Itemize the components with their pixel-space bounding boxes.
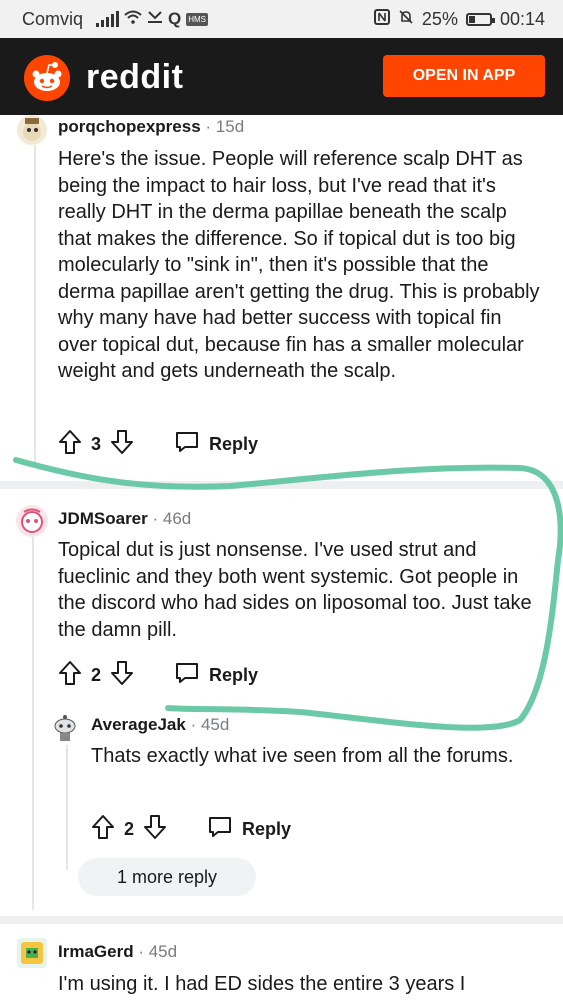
status-icons: Q HMS — [96, 9, 209, 29]
comment-bubble-icon — [207, 815, 233, 844]
signal-icon — [96, 11, 119, 27]
nfc-icon — [373, 9, 390, 30]
meta-separator: · — [152, 509, 163, 528]
status-right: 25% 00:14 — [373, 9, 545, 30]
avatar[interactable] — [17, 115, 47, 145]
carrier-name: Comviq — [22, 9, 84, 29]
reply-button[interactable]: Reply — [207, 815, 291, 844]
comment-bubble-icon — [174, 430, 200, 459]
mute-bell-icon — [398, 9, 414, 30]
clock: 00:14 — [499, 9, 545, 29]
vote-count: 3 — [91, 434, 102, 454]
avatar[interactable] — [16, 505, 48, 537]
reply-button[interactable]: Reply — [174, 661, 258, 690]
meta-separator: · — [190, 715, 201, 734]
battery-percent: 25% — [421, 9, 458, 29]
comment-actions: 3 Reply — [58, 429, 258, 460]
search-app-icon: Q — [168, 9, 182, 28]
comment-separator — [0, 916, 563, 924]
comment-separator — [0, 481, 563, 489]
comment-author-line: AverageJak · 45d — [91, 715, 229, 735]
reply-button[interactable]: Reply — [174, 430, 258, 459]
comment-age: 15d — [215, 117, 245, 136]
reddit-logo-icon[interactable] — [24, 55, 70, 101]
upvote-icon[interactable] — [58, 429, 82, 460]
upvote-icon[interactable] — [58, 660, 82, 691]
comment-actions: 2 Reply — [91, 814, 291, 845]
reply-label: Reply — [242, 819, 292, 839]
meta-separator: · — [138, 942, 149, 961]
comment-age: 46d — [162, 509, 192, 528]
avatar[interactable] — [50, 713, 80, 743]
comment-author-line: porqchopexpress · 15d — [58, 117, 244, 137]
open-in-app-button[interactable]: OPEN IN APP — [383, 55, 545, 97]
thread-line[interactable] — [34, 145, 36, 465]
username[interactable]: AverageJak — [91, 715, 186, 734]
avatar[interactable] — [17, 938, 47, 968]
comment-bubble-icon — [174, 661, 200, 690]
meta-separator: · — [205, 117, 216, 136]
reddit-header: reddit OPEN IN APP — [0, 38, 563, 115]
username[interactable]: JDMSoarer — [58, 509, 148, 528]
downvote-icon[interactable] — [143, 814, 167, 845]
wifi-icon — [124, 10, 142, 28]
username[interactable]: IrmaGerd — [58, 942, 134, 961]
comment-body: Topical dut is just nonsense. I've used … — [58, 539, 532, 641]
thread-line[interactable] — [32, 537, 34, 910]
missed-call-icon — [147, 10, 163, 28]
hms-badge: HMS — [186, 12, 209, 26]
thread-line[interactable] — [66, 745, 68, 870]
comment-age: 45d — [148, 942, 178, 961]
comment-author-line: IrmaGerd · 45d — [58, 942, 177, 962]
comment-body: Thats exactly what ive seen from all the… — [91, 745, 514, 767]
downvote-icon[interactable] — [110, 429, 134, 460]
battery-icon — [465, 13, 495, 26]
vote-count: 2 — [124, 819, 135, 839]
reply-label: Reply — [209, 665, 259, 685]
vote-count: 2 — [91, 665, 102, 685]
comment-actions: 2 Reply — [58, 660, 258, 691]
comment-body: I'm using it. I had ED sides the entire … — [58, 973, 466, 995]
downvote-icon[interactable] — [110, 660, 134, 691]
reddit-wordmark[interactable]: reddit — [86, 58, 183, 97]
more-replies-button[interactable]: 1 more reply — [78, 858, 256, 896]
comment-body: Here's the issue. People will reference … — [58, 148, 540, 382]
comment-age: 45d — [200, 715, 230, 734]
comment-author-line: JDMSoarer · 46d — [58, 509, 191, 529]
status-bar: Comviq Q HMS 25% 00:14 — [0, 0, 563, 38]
reply-label: Reply — [209, 434, 259, 454]
upvote-icon[interactable] — [91, 814, 115, 845]
username[interactable]: porqchopexpress — [58, 117, 201, 136]
